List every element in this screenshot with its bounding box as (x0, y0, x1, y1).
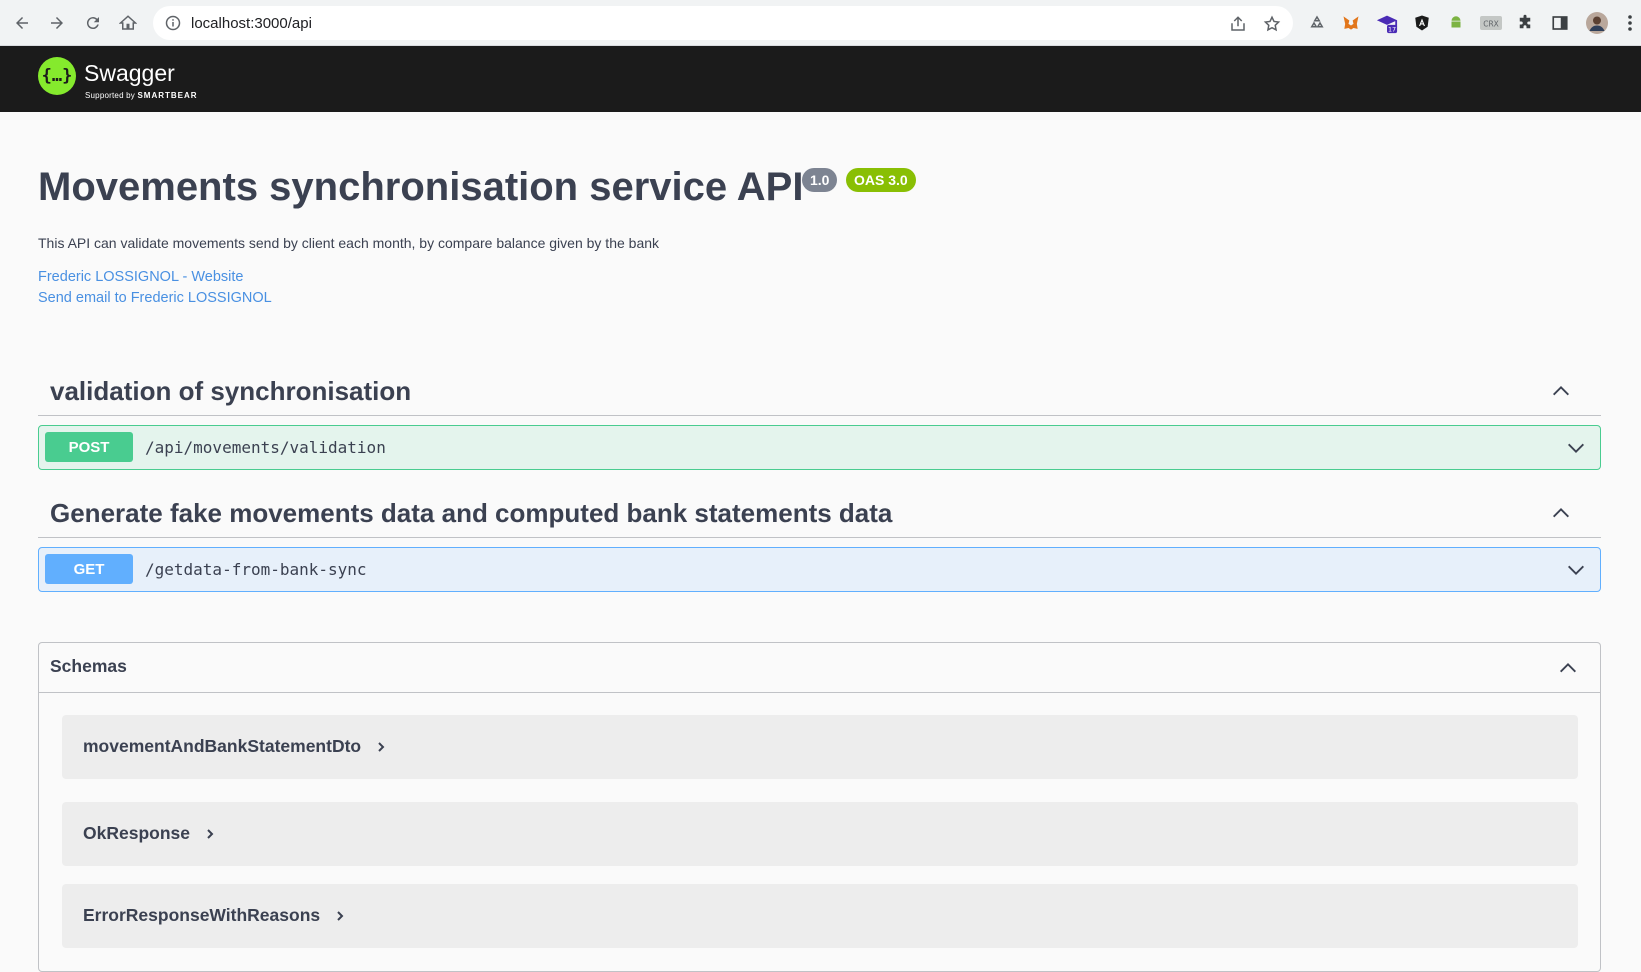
schema-row[interactable]: OkResponse (62, 802, 1578, 866)
operation-path: /api/movements/validation (145, 438, 386, 457)
chevron-right-icon (207, 829, 214, 840)
crx-extension-icon[interactable]: CRX (1480, 12, 1502, 34)
metamask-extension-icon[interactable] (1340, 12, 1362, 34)
tag-header-generate-fake-data[interactable]: Generate fake movements data and compute… (38, 488, 1601, 538)
address-bar[interactable]: localhost:3000/api (153, 6, 1293, 40)
schemas-title: Schemas (50, 656, 127, 676)
email-link[interactable]: Send email to Frederic LOSSIGNOL (38, 290, 272, 306)
schema-name-text: movementAndBankStatementDto (83, 736, 362, 756)
avatar[interactable] (1586, 12, 1608, 34)
schema-name-text: OkResponse (83, 823, 190, 843)
logo-sub-text: Supported by (85, 91, 135, 100)
forward-button[interactable] (45, 11, 69, 35)
arrow-left-icon (16, 17, 28, 29)
info-icon (165, 15, 181, 31)
home-icon (119, 15, 137, 30)
chevron-down-icon[interactable] (1565, 437, 1587, 459)
oas-badge: OAS 3.0 (846, 168, 916, 192)
schemas-section: Schemas movementAndBankStatementDto OkRe… (38, 642, 1601, 972)
side-panel-icon[interactable] (1549, 12, 1571, 34)
tag-title: Generate fake movements data and compute… (50, 498, 893, 528)
chevron-right-icon (378, 742, 385, 753)
schema-name: ErrorResponseWithReasons (83, 905, 346, 926)
schema-name-text: ErrorResponseWithReasons (83, 905, 321, 925)
arrow-right-icon (51, 17, 63, 29)
chevron-right-icon (337, 911, 344, 922)
extensions-puzzle-icon[interactable] (1514, 12, 1536, 34)
schemas-header[interactable]: Schemas (39, 643, 1600, 693)
menu-kebab-icon[interactable] (1624, 12, 1636, 34)
schema-row[interactable]: ErrorResponseWithReasons (62, 884, 1578, 948)
home-button[interactable] (116, 11, 140, 35)
operation-post-validation[interactable]: POST /api/movements/validation (38, 425, 1601, 470)
angular-extension-icon[interactable] (1411, 12, 1433, 34)
operation-get-bank-sync[interactable]: GET /getdata-from-bank-sync (38, 547, 1601, 592)
share-icon[interactable] (1229, 15, 1247, 33)
operation-path: /getdata-from-bank-sync (145, 560, 367, 579)
method-badge: GET (45, 554, 133, 584)
schema-row[interactable]: movementAndBankStatementDto (62, 715, 1578, 779)
url-text: localhost:3000/api (191, 15, 312, 32)
schema-name: movementAndBankStatementDto (83, 736, 387, 757)
back-button[interactable] (10, 11, 34, 35)
reload-button[interactable] (81, 11, 105, 35)
browser-toolbar: localhost:3000/api 17 CRX (0, 0, 1641, 46)
tag-title: validation of synchronisation (50, 376, 412, 406)
schema-name: OkResponse (83, 823, 216, 844)
chevron-up-icon[interactable] (1557, 657, 1579, 679)
website-link[interactable]: Frederic LOSSIGNOL - Website (38, 269, 243, 285)
page-title: Movements synchronisation service API (38, 165, 804, 209)
logo-sub-brand: SMARTBEAR (137, 91, 198, 100)
swagger-logo-text: Swagger (84, 60, 175, 86)
chevron-down-icon[interactable] (1565, 559, 1587, 581)
svg-text:17: 17 (1388, 26, 1396, 34)
recycle-extension-icon[interactable] (1306, 12, 1328, 34)
tag-header-validation[interactable]: validation of synchronisation (38, 366, 1601, 416)
swagger-logo-subtitle: Supported by SMARTBEAR (85, 91, 198, 100)
version-badge: 1.0 (802, 168, 838, 192)
swagger-logo-icon[interactable]: {…} (38, 57, 76, 95)
android-extension-icon[interactable] (1445, 12, 1467, 34)
api-description: This API can validate movements send by … (38, 235, 660, 251)
swagger-topbar: {…} Swagger Supported by SMARTBEAR (0, 46, 1641, 112)
reload-icon (86, 17, 99, 30)
chevron-up-icon[interactable] (1550, 502, 1572, 524)
chevron-up-icon[interactable] (1550, 380, 1572, 402)
graduation-extension-icon[interactable]: 17 (1376, 12, 1398, 34)
bookmark-star-icon[interactable] (1263, 15, 1281, 33)
svg-text:CRX: CRX (1483, 20, 1499, 29)
method-badge: POST (45, 432, 133, 462)
